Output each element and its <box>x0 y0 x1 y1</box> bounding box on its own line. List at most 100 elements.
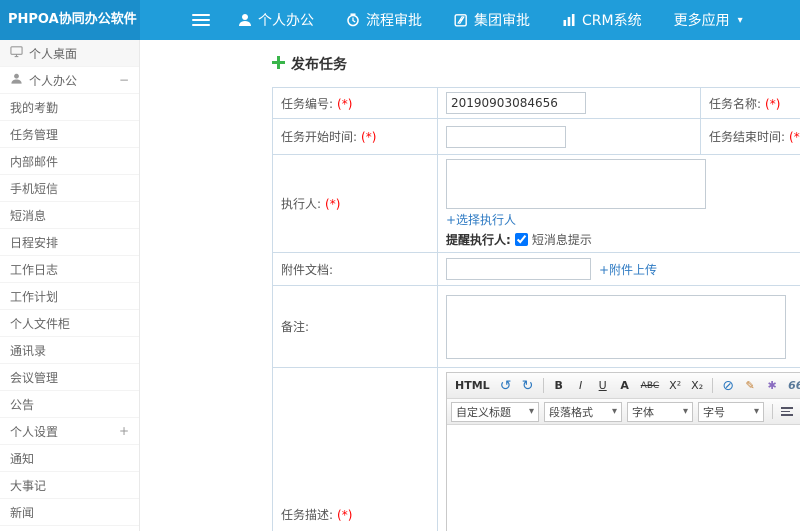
strikethrough-button[interactable]: ABC <box>637 376 663 396</box>
sidebar-item-mobile-sms[interactable]: 手机短信 <box>0 175 139 202</box>
required-mark: (*) <box>337 507 353 522</box>
sms-remind-checkbox[interactable] <box>514 233 528 246</box>
html-source-button[interactable]: HTML <box>451 376 494 396</box>
task-number-label-cell: 任务编号: (*) <box>272 87 438 119</box>
blockquote-button[interactable]: 66 <box>784 376 800 396</box>
attachment-input[interactable] <box>446 258 591 280</box>
sidebar-item-work-log[interactable]: 工作日志 <box>0 256 139 283</box>
task-name-label-cell: 任务名称: (*) <box>700 87 800 119</box>
sidebar-item-news[interactable]: 新闻 <box>0 499 139 526</box>
sidebar-item-label: 手机短信 <box>10 181 59 196</box>
required-mark: (*) <box>789 130 800 144</box>
undo-button[interactable]: ↺ <box>496 376 516 396</box>
caret-down-icon: ▾ <box>528 406 534 417</box>
user-icon <box>238 13 252 27</box>
sidebar-item-personal-settings[interactable]: 个人设置 + <box>0 418 139 445</box>
sidebar-item-contacts[interactable]: 通讯录 <box>0 337 139 364</box>
required-mark: (*) <box>361 130 377 144</box>
caret-down-icon: ▾ <box>737 14 743 26</box>
executor-value-cell: +选择执行人 提醒执行人: 短消息提示 <box>437 154 800 253</box>
sidebar-item-label: 工作日志 <box>10 262 59 277</box>
remark-textarea[interactable] <box>446 294 786 359</box>
remark-value-cell <box>437 285 800 368</box>
choose-executor-link[interactable]: +选择执行人 <box>446 213 516 227</box>
nav-group-approval[interactable]: 集团审批 <box>454 10 530 30</box>
top-bar: PHPOA协同办公软件 个人办公 流程审批 集团审批 CRM系统 更多应用 ▾ <box>0 0 800 40</box>
sidebar-item-short-message[interactable]: 短消息 <box>0 202 139 229</box>
sidebar-item-announcement[interactable]: 公告 <box>0 391 139 418</box>
sidebar-item-label: 任务管理 <box>10 127 59 142</box>
font-style-button[interactable]: A <box>615 376 635 396</box>
attachment-upload-link[interactable]: +附件上传 <box>599 261 657 278</box>
process-clock-icon <box>346 13 360 27</box>
caret-down-icon: ▾ <box>611 406 617 417</box>
app-logo: PHPOA协同办公软件 <box>0 0 140 40</box>
top-nav: 个人办公 流程审批 集团审批 CRM系统 更多应用 ▾ <box>238 10 743 30</box>
nav-personal-office[interactable]: 个人办公 <box>238 10 314 30</box>
dropdown-label: 字号 <box>703 405 725 419</box>
end-time-label: 任务结束时间: <box>709 130 786 144</box>
sidebar-item-personal-office[interactable]: 个人办公 − <box>0 67 139 94</box>
start-time-input[interactable] <box>446 125 566 148</box>
sidebar-item-label: 公告 <box>10 397 35 412</box>
executor-textarea[interactable] <box>446 159 706 209</box>
align-left-icon[interactable] <box>778 402 798 422</box>
nav-label: CRM系统 <box>582 13 642 29</box>
page-title-text: 发布任务 <box>291 57 347 73</box>
sidebar-item-schedule[interactable]: 日程安排 <box>0 229 139 256</box>
sidebar-item-my-attendance[interactable]: 我的考勤 <box>0 94 139 121</box>
user-icon <box>10 72 23 88</box>
subscript-button[interactable]: X₂ <box>687 376 707 396</box>
editor-content-area[interactable] <box>447 425 800 531</box>
format-painter-button[interactable]: ✎ <box>740 376 760 396</box>
sidebar-item-label: 工作计划 <box>10 289 59 304</box>
nav-more-apps[interactable]: 更多应用 ▾ <box>674 10 743 30</box>
font-family-dropdown[interactable]: 字体 ▾ <box>627 401 693 422</box>
font-size-dropdown[interactable]: 字号 ▾ <box>698 401 764 422</box>
add-plus-icon <box>272 56 285 72</box>
executor-label: 执行人: <box>281 197 322 211</box>
sidebar-item-major-events[interactable]: 大事记 <box>0 472 139 499</box>
sidebar-item-label: 日程安排 <box>10 235 59 250</box>
collapse-icon[interactable]: − <box>119 73 129 87</box>
paragraph-format-dropdown[interactable]: 段落格式 ▾ <box>544 401 622 422</box>
nav-label: 个人办公 <box>258 13 314 29</box>
sidebar-item-meeting-management[interactable]: 会议管理 <box>0 364 139 391</box>
sidebar-item-file-cabinet[interactable]: 个人文件柜 <box>0 310 139 337</box>
sidebar-item-label: 个人办公 <box>29 73 78 88</box>
remove-format-button[interactable]: ⊘ <box>718 376 738 396</box>
clean-paste-button[interactable]: ✱ <box>762 376 782 396</box>
sidebar-item-internal-mail[interactable]: 内部邮件 <box>0 148 139 175</box>
dropdown-label: 字体 <box>632 405 654 419</box>
editor-toolbar-row2: 自定义标题 ▾ 段落格式 ▾ 字体 ▾ 字号 ▾ <box>447 399 800 425</box>
caret-down-icon: ▾ <box>753 406 759 417</box>
required-mark: (*) <box>765 96 781 111</box>
bold-button[interactable]: B <box>549 376 569 396</box>
sidebar-item-label: 新闻 <box>10 505 35 520</box>
nav-process-approval[interactable]: 流程审批 <box>346 10 422 30</box>
sidebar-item-notification[interactable]: 通知 <box>0 445 139 472</box>
italic-button[interactable]: I <box>571 376 591 396</box>
redo-button[interactable]: ↻ <box>518 376 538 396</box>
remark-label: 备注: <box>281 320 310 334</box>
toolbar-separator <box>712 378 714 393</box>
sidebar-item-task-management[interactable]: 任务管理 <box>0 121 139 148</box>
expand-icon[interactable]: + <box>119 424 129 438</box>
sidebar-item-work-plan[interactable]: 工作计划 <box>0 283 139 310</box>
sidebar-item-personal-desktop[interactable]: 个人桌面 <box>0 40 139 67</box>
remind-executor-label: 提醒执行人: <box>446 233 511 247</box>
menu-toggle-icon[interactable] <box>192 11 210 29</box>
editor-toolbar-row1: HTML ↺ ↻ B I U A ABC X² X₂ ⊘ ✎ ✱ 6 <box>447 373 800 399</box>
underline-button[interactable]: U <box>593 376 613 396</box>
approval-edit-icon <box>454 13 468 27</box>
custom-title-dropdown[interactable]: 自定义标题 ▾ <box>451 401 539 422</box>
superscript-button[interactable]: X² <box>665 376 685 396</box>
toolbar-separator <box>772 404 773 419</box>
sidebar-item-label: 通讯录 <box>10 343 47 358</box>
nav-crm-system[interactable]: CRM系统 <box>562 10 642 30</box>
sidebar-item-label: 大事记 <box>10 478 47 493</box>
required-mark: (*) <box>337 96 353 111</box>
task-number-input[interactable] <box>446 92 586 114</box>
start-time-label-cell: 任务开始时间: (*) <box>272 118 438 155</box>
end-time-label-cell: 任务结束时间:(*) <box>700 118 800 155</box>
